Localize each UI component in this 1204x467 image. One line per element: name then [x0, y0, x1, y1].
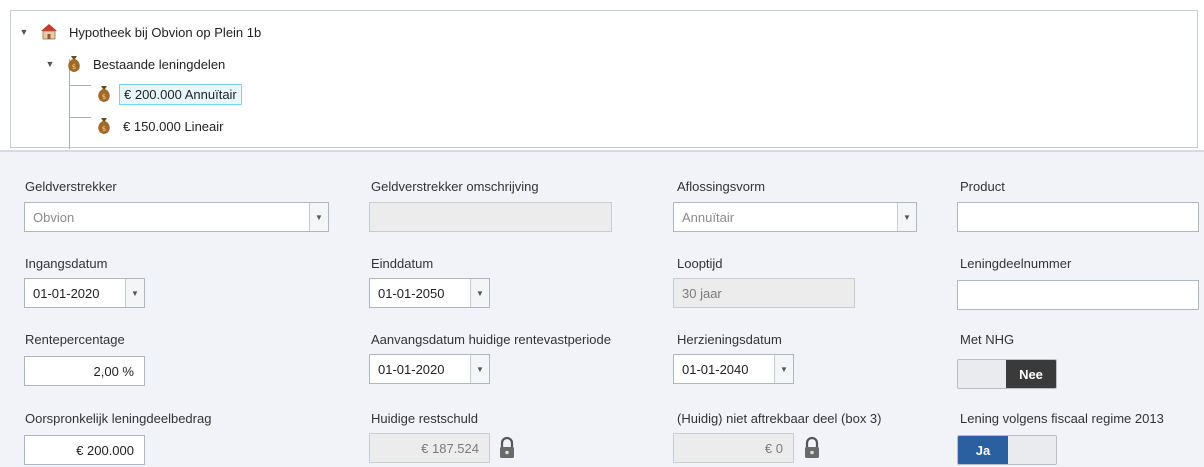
- rentepercentage-input[interactable]: 2,00 %: [24, 356, 145, 386]
- einddatum-datepicker[interactable]: 01-01-2050 ▼: [369, 278, 490, 308]
- money-bag-icon: $: [65, 53, 83, 76]
- expand-arrow-icon[interactable]: ▼: [43, 59, 57, 69]
- tree-node-group[interactable]: ▼ $ Bestaande leningdelen: [43, 53, 229, 75]
- tree-item-label: € 200.000 Annuïtair: [119, 83, 242, 105]
- geldverstrekker-label: Geldverstrekker: [25, 179, 117, 194]
- nhg-label: Met NHG: [960, 332, 1015, 347]
- omschrijving-label: Geldverstrekker omschrijving: [371, 179, 539, 194]
- product-label: Product: [960, 179, 1005, 194]
- tree-group-label: Bestaande leningdelen: [93, 56, 226, 72]
- nhg-toggle[interactable]: Nee: [957, 359, 1057, 389]
- einddatum-label: Einddatum: [371, 256, 434, 271]
- herzieningsdatum-label: Herzieningsdatum: [677, 332, 782, 347]
- aanvangsdatum-datepicker[interactable]: 01-01-2020 ▼: [369, 354, 490, 384]
- leningdeelnummer-input[interactable]: [957, 280, 1199, 310]
- fiscaal-toggle-state: Ja: [958, 436, 1008, 464]
- looptijd-label: Looptijd: [677, 256, 723, 271]
- tree-connector: [69, 117, 91, 118]
- lock-icon[interactable]: [803, 436, 821, 463]
- aflossingsvorm-combobox[interactable]: Annuïtair ▼: [673, 202, 917, 232]
- fiscaal-toggle[interactable]: Ja: [957, 435, 1057, 465]
- oorspronkelijk-label: Oorspronkelijk leningdeelbedrag: [25, 411, 212, 426]
- einddatum-value: 01-01-2050: [378, 285, 445, 301]
- looptijd-field: 30 jaar: [673, 278, 855, 308]
- ingangsdatum-value: 01-01-2020: [33, 285, 100, 301]
- fiscaal-label: Lening volgens fiscaal regime 2013: [960, 411, 1164, 426]
- tree-root-label: Hypotheek bij Obvion op Plein 1b: [69, 24, 262, 40]
- rentepercentage-value: 2,00 %: [93, 363, 134, 379]
- restschuld-field: € 187.524: [369, 433, 490, 463]
- dropdown-arrow-icon[interactable]: ▼: [470, 355, 489, 383]
- geldverstrekker-combobox[interactable]: Obvion ▼: [24, 202, 329, 232]
- herzieningsdatum-datepicker[interactable]: 01-01-2040 ▼: [673, 354, 794, 384]
- dropdown-arrow-icon[interactable]: ▼: [309, 203, 328, 231]
- looptijd-value: 30 jaar: [682, 285, 722, 301]
- restschuld-value: € 187.524: [421, 440, 479, 456]
- aanvangsdatum-label: Aanvangsdatum huidige rentevastperiode: [371, 332, 611, 347]
- house-icon: [39, 22, 59, 43]
- tree-item-lineair[interactable]: $ € 150.000 Lineair: [95, 115, 227, 137]
- box3-field: € 0: [673, 433, 794, 463]
- lock-icon[interactable]: [498, 436, 516, 463]
- dropdown-arrow-icon[interactable]: ▼: [470, 279, 489, 307]
- svg-text:$: $: [72, 63, 76, 71]
- ingangsdatum-datepicker[interactable]: 01-01-2020 ▼: [24, 278, 145, 308]
- leningdeelnummer-label: Leningdeelnummer: [960, 256, 1072, 271]
- aflossingsvorm-value: Annuïtair: [682, 209, 735, 225]
- ingangsdatum-label: Ingangsdatum: [25, 256, 108, 271]
- loan-tree: ▼ Hypotheek bij Obvion op Plein 1b ▼ $ B…: [10, 10, 1198, 149]
- loan-part-form: Geldverstrekker Obvion ▼ Geldverstrekker…: [0, 150, 1204, 467]
- svg-text:$: $: [102, 125, 106, 133]
- product-input[interactable]: [957, 202, 1199, 232]
- money-bag-icon: $: [95, 83, 113, 106]
- rentepercentage-label: Rentepercentage: [25, 332, 125, 347]
- omschrijving-field: [369, 202, 612, 232]
- dropdown-arrow-icon[interactable]: ▼: [774, 355, 793, 383]
- money-bag-icon: $: [95, 115, 113, 138]
- oorspronkelijk-input[interactable]: € 200.000: [24, 435, 145, 465]
- tree-connector: [69, 85, 91, 86]
- oorspronkelijk-value: € 200.000: [76, 442, 134, 458]
- box3-label: (Huidig) niet aftrekbaar deel (box 3): [677, 411, 882, 426]
- herzieningsdatum-value: 01-01-2040: [682, 361, 749, 377]
- tree-item-label: € 150.000 Lineair: [123, 118, 224, 134]
- svg-text:$: $: [102, 93, 106, 101]
- expand-arrow-icon[interactable]: ▼: [17, 27, 31, 37]
- tree-node-root[interactable]: ▼ Hypotheek bij Obvion op Plein 1b: [17, 21, 265, 43]
- box3-value: € 0: [764, 440, 783, 456]
- aflossingsvorm-label: Aflossingsvorm: [677, 179, 766, 194]
- dropdown-arrow-icon[interactable]: ▼: [897, 203, 916, 231]
- aanvangsdatum-value: 01-01-2020: [378, 361, 445, 377]
- nhg-toggle-state: Nee: [1006, 360, 1056, 388]
- tree-item-annuitair[interactable]: $ € 200.000 Annuïtair: [95, 83, 242, 105]
- restschuld-label: Huidige restschuld: [371, 411, 478, 426]
- geldverstrekker-value: Obvion: [33, 209, 75, 225]
- dropdown-arrow-icon[interactable]: ▼: [125, 279, 144, 307]
